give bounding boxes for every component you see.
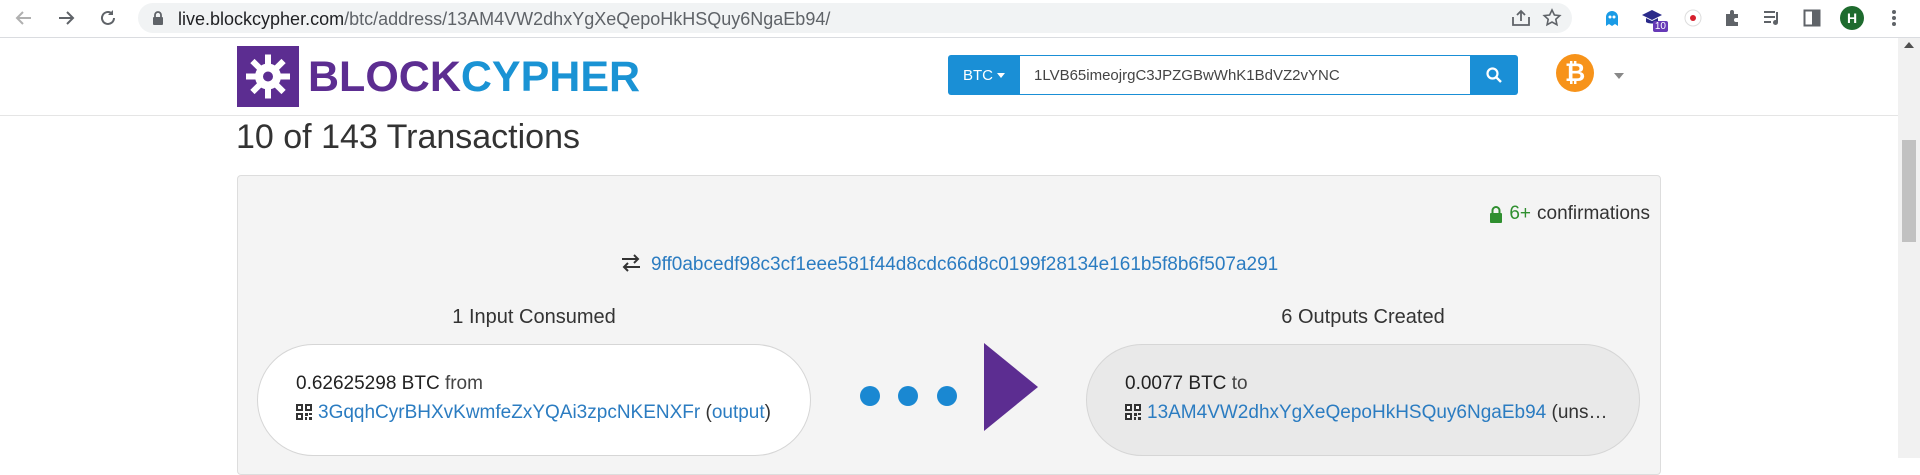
bitcoin-icon[interactable]: ₿ (1556, 54, 1594, 92)
account-dropdown-caret-icon[interactable] (1614, 73, 1624, 79)
share-icon[interactable] (1511, 9, 1531, 27)
flow-dot (898, 386, 918, 406)
exchange-arrows-icon (621, 254, 640, 272)
extension-badge: 10 (1652, 21, 1668, 32)
qr-code-icon[interactable] (1125, 404, 1141, 420)
bitcoin-symbol: ₿ (1564, 58, 1586, 87)
browser-toolbar: live.blockcypher.com/btc/address/13AM4VW… (0, 0, 1920, 38)
scroll-up-arrow-icon[interactable] (1904, 42, 1914, 48)
transaction-hash-link[interactable]: 9ff0abcedf98c3cf1eee581f44d8cdc66d8c0199… (651, 254, 1278, 275)
site-header: BLOCKCYPHER BTC ₿ (0, 38, 1898, 116)
lock-icon (153, 11, 163, 25)
page-scrollbar[interactable] (1898, 38, 1920, 458)
search-button[interactable] (1470, 55, 1518, 95)
blockcypher-wordmark[interactable]: BLOCKCYPHER (308, 52, 640, 102)
flow-dot (860, 386, 880, 406)
flow-dot (937, 386, 957, 406)
output-status: (uns… (1551, 402, 1605, 423)
bookmark-star-icon[interactable] (1542, 8, 1562, 28)
extensions-puzzle-icon[interactable] (1718, 4, 1746, 32)
output-box: 0.0077 BTC to 13AM4VW2dhxYgXeQepoHkHSQuy… (1086, 344, 1640, 456)
side-panel-icon[interactable] (1798, 4, 1826, 32)
output-amount-line: 0.0077 BTC to (1125, 373, 1248, 395)
search-input[interactable] (1020, 55, 1470, 95)
input-from-label: from (444, 373, 483, 394)
forward-arrow-icon (59, 11, 75, 25)
outputs-title: 6 Outputs Created (1281, 306, 1445, 328)
graduation-cap-extension-icon[interactable]: 10 (1638, 4, 1668, 32)
back-arrow-icon (15, 11, 31, 25)
url-host: live.blockcypher.com (178, 9, 345, 29)
input-address-link[interactable]: 3GqqhCyrBHXvKwmfeZxYQAi3zpcNKENXFr (318, 402, 700, 423)
flow-dots (860, 384, 980, 408)
input-box: 0.62625298 BTC from 3GqqhCyrBHXvKwmfeZxY… (257, 344, 811, 456)
url-path: /btc/address/13AM4VW2dhxYgXeQepoHkHSQuy6… (344, 9, 831, 29)
profile-avatar[interactable]: H (1838, 4, 1866, 32)
output-address-link[interactable]: 13AM4VW2dhxYgXeQepoHkHSQuy6NgaEb94 (1147, 402, 1546, 423)
media-queue-icon[interactable] (1758, 4, 1786, 32)
inputs-title: 1 Input Consumed (452, 306, 616, 328)
transaction-panel: 6+ confirmations 9ff0abcedf98c3cf1eee581… (237, 175, 1661, 475)
scroll-thumb[interactable] (1902, 140, 1916, 242)
output-to-label: to (1231, 373, 1248, 394)
address-bar[interactable]: live.blockcypher.com/btc/address/13AM4VW… (138, 3, 1572, 33)
coin-selector-button[interactable]: BTC (948, 55, 1020, 95)
back-button[interactable] (10, 4, 38, 32)
output-amount: 0.0077 BTC (1125, 373, 1227, 394)
input-amount-line: 0.62625298 BTC from (296, 373, 483, 395)
reload-icon (101, 10, 115, 25)
reload-button[interactable] (94, 4, 122, 32)
input-output-link[interactable]: output (712, 402, 765, 423)
logo-text-cypher: CYPHER (460, 53, 641, 101)
confirmations-count: 6+ (1509, 203, 1531, 224)
flow-arrow-icon (984, 343, 1038, 431)
logo-text-block: BLOCK (308, 53, 461, 101)
input-amount: 0.62625298 BTC (296, 373, 440, 394)
chrome-menu-icon[interactable] (1880, 4, 1908, 32)
transactions-heading: 10 of 143 Transactions (236, 118, 581, 156)
confirmations-label: confirmations (1537, 203, 1650, 224)
profile-initial: H (1840, 6, 1864, 30)
url-text: live.blockcypher.com/btc/address/13AM4VW… (178, 9, 830, 30)
blockcypher-logo-icon[interactable] (237, 46, 299, 107)
lock-icon (1490, 205, 1503, 223)
record-extension-icon[interactable] (1679, 4, 1707, 32)
search-icon (1486, 67, 1502, 83)
ghost-extension-icon[interactable] (1598, 4, 1626, 32)
transaction-hash-row: 9ff0abcedf98c3cf1eee581f44d8cdc66d8c0199… (238, 254, 1660, 276)
forward-button[interactable] (52, 4, 80, 32)
qr-code-icon[interactable] (296, 404, 312, 420)
input-address-line: 3GqqhCyrBHXvKwmfeZxYQAi3zpcNKENXFr (outp… (296, 402, 771, 424)
coin-selector-label: BTC (963, 66, 993, 84)
output-address-line: 13AM4VW2dhxYgXeQepoHkHSQuy6NgaEb94 (uns… (1125, 402, 1605, 424)
caret-down-icon (997, 72, 1005, 78)
confirmations-badge: 6+ confirmations (1489, 203, 1650, 225)
